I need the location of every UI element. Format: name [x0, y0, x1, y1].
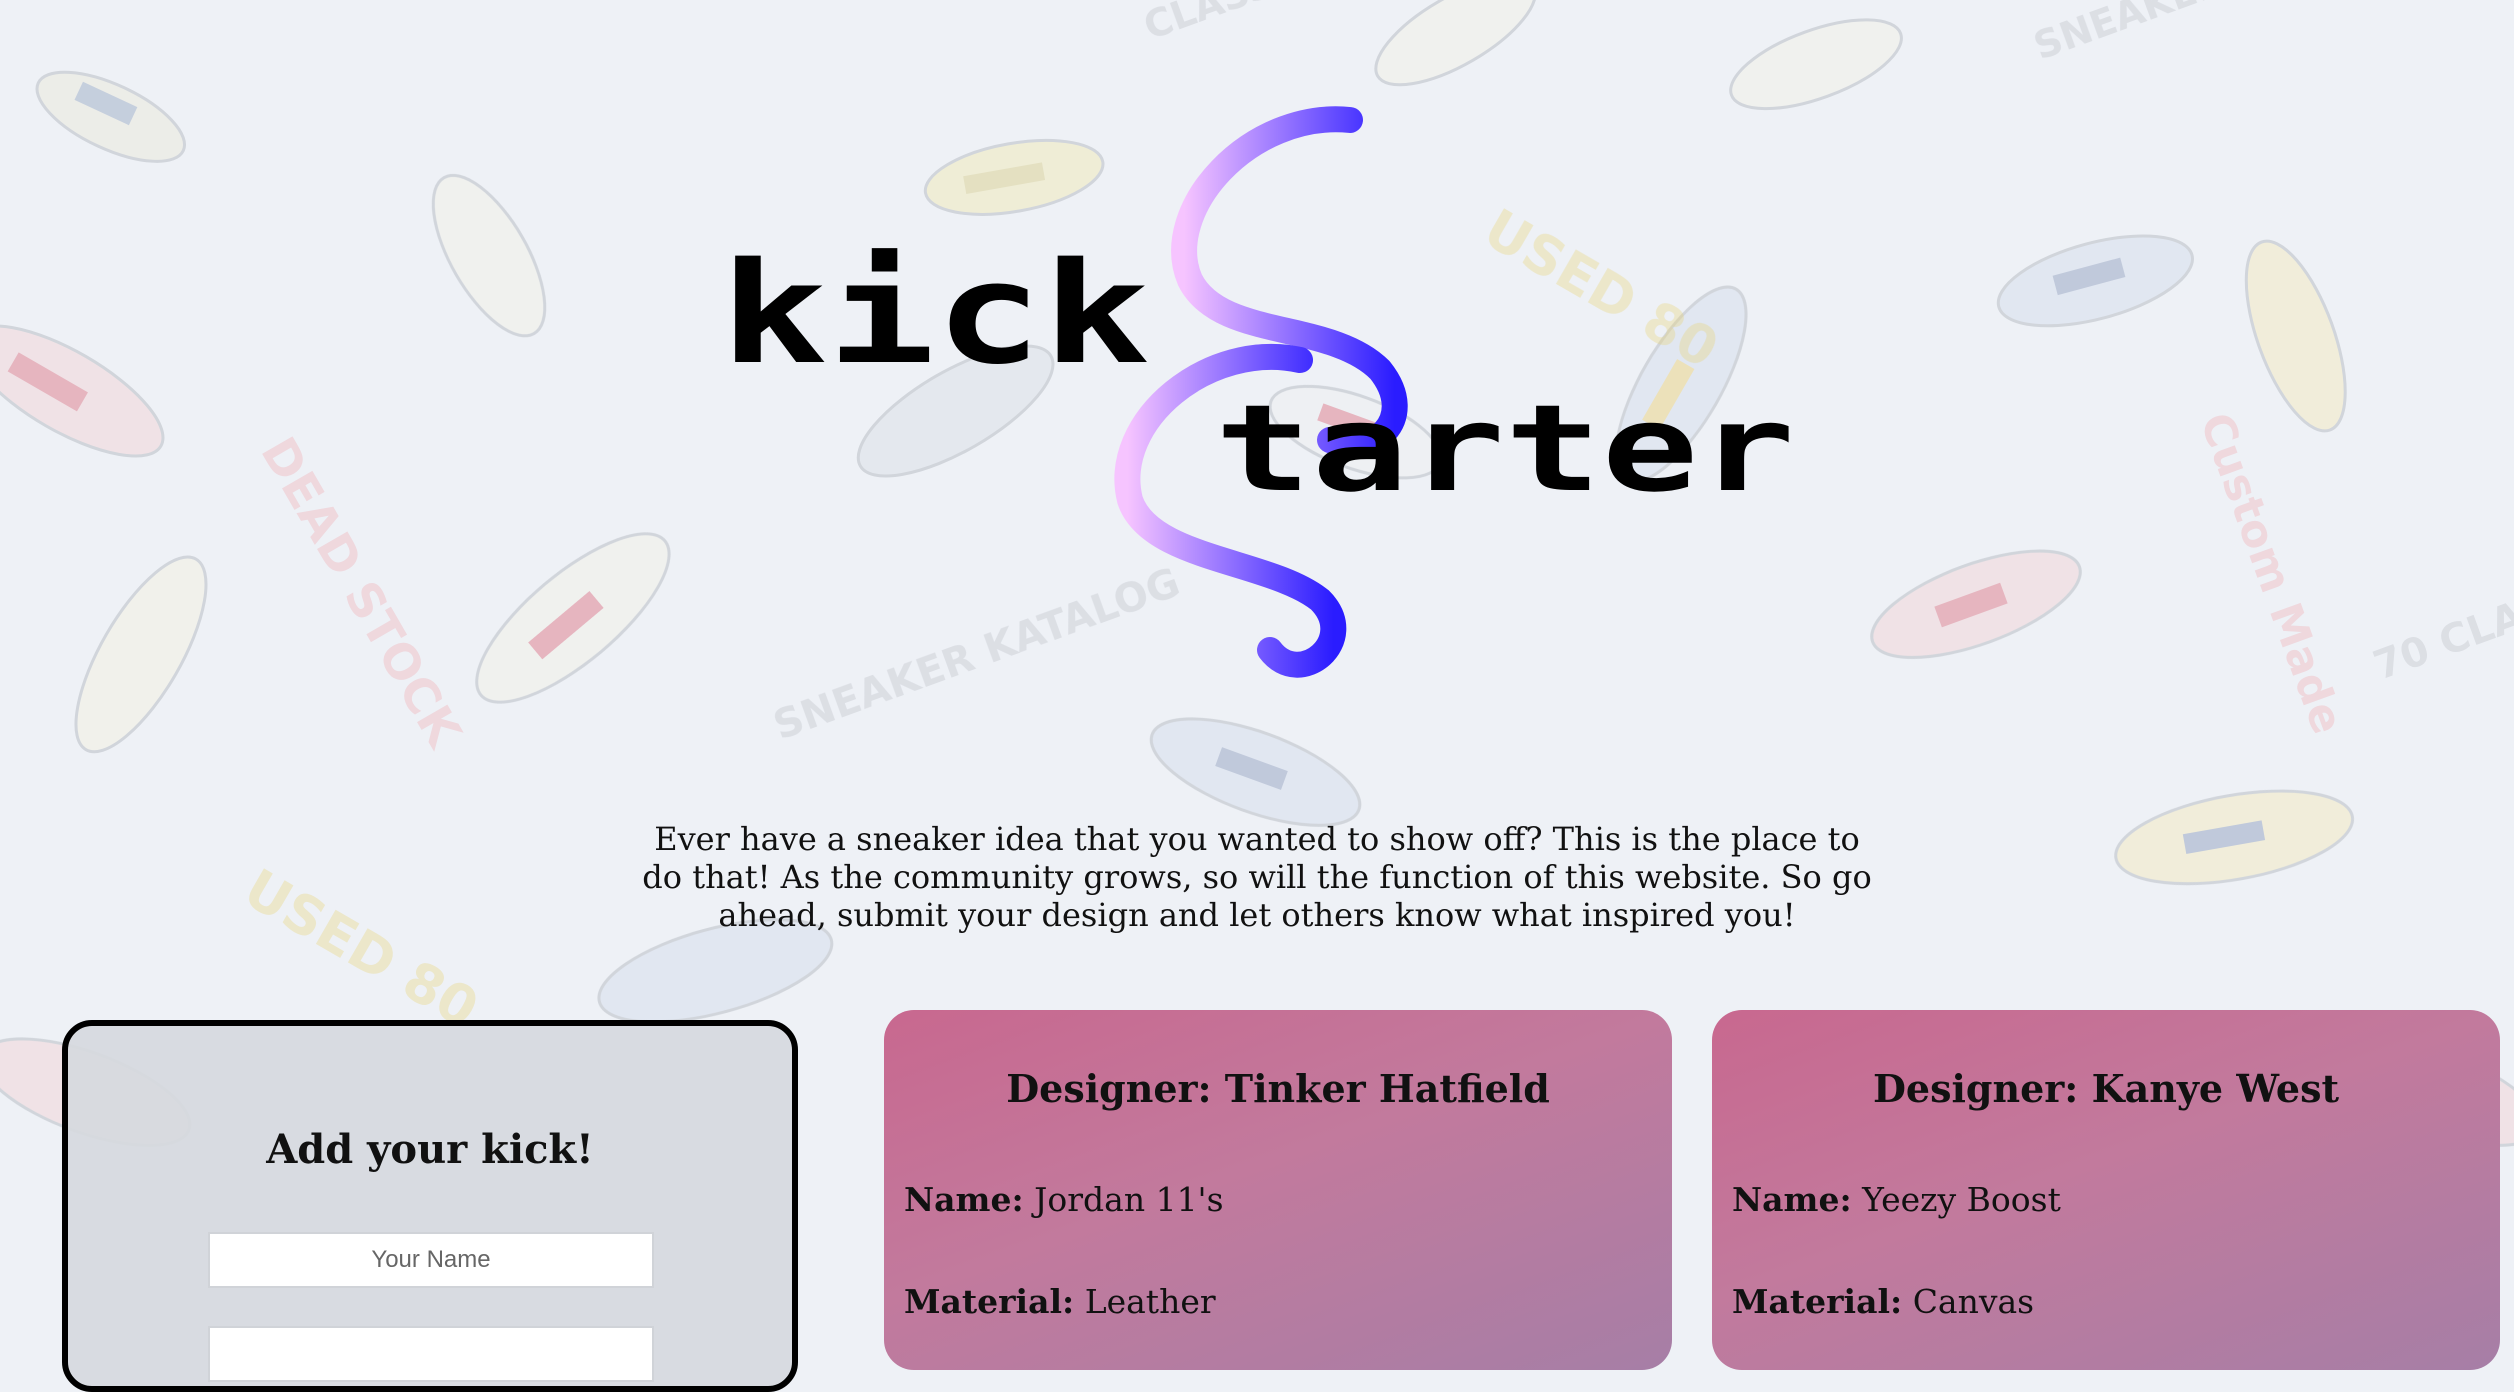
add-kick-title: Add your kick!: [266, 1126, 594, 1173]
svg-text:CLASSIC: CLASSIC: [1138, 0, 1319, 48]
logo-word-kick: kick: [720, 233, 1150, 396]
card-name-field: Name: Jordan 11's: [904, 1180, 1224, 1219]
card-material-value: Canvas: [1912, 1282, 2035, 1321]
card-designer: Designer: Tinker Hatfield: [1006, 1066, 1550, 1111]
your-name-input[interactable]: [208, 1232, 654, 1288]
card-material-field: Material: Leather: [904, 1282, 1216, 1321]
svg-text:SNEAKER KATALOG: SNEAKER KATALOG: [2028, 0, 2426, 68]
intro-text: Ever have a sneaker idea that you wanted…: [642, 820, 1872, 934]
add-kick-form: Add your kick!: [62, 1020, 798, 1392]
card-designer: Designer: Kanye West: [1872, 1066, 2340, 1111]
kickstarter-logo[interactable]: kick tarter: [690, 90, 1820, 710]
sneaker-card: Designer: Tinker Hatfield Name: Jordan 1…: [884, 1010, 1672, 1370]
card-material-label: Material:: [1732, 1282, 1903, 1321]
card-name-label: Name:: [1732, 1180, 1852, 1219]
card-name-value: Jordan 11's: [1034, 1180, 1224, 1219]
card-name-value: Yeezy Boost: [1862, 1180, 2061, 1219]
svg-text:Custom Made: Custom Made: [2190, 406, 2353, 740]
card-material-label: Material:: [904, 1282, 1075, 1321]
card-name-field: Name: Yeezy Boost: [1732, 1180, 2061, 1219]
second-form-input[interactable]: [208, 1326, 654, 1382]
svg-text:DEAD STOCK: DEAD STOCK: [250, 428, 473, 758]
sneaker-card: Designer: Kanye West Name: Yeezy Boost M…: [1712, 1010, 2500, 1370]
svg-text:70 CLASSIC: 70 CLASSIC: [2368, 559, 2514, 690]
svg-text:USED 80: USED 80: [234, 857, 489, 1041]
card-name-label: Name:: [904, 1180, 1024, 1219]
card-material-field: Material: Canvas: [1732, 1282, 2034, 1321]
logo-word-tarter: tarter: [1215, 380, 1795, 519]
card-material-value: Leather: [1084, 1282, 1216, 1321]
